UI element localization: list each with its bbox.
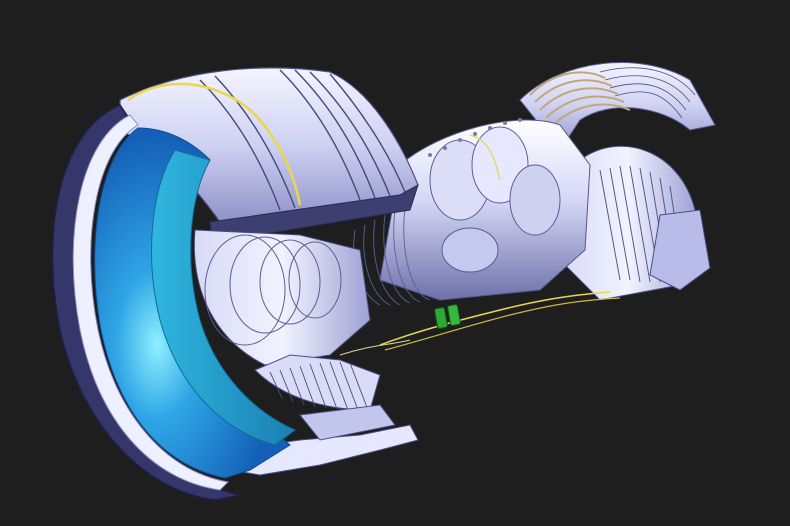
engine-cutaway-render bbox=[51, 62, 716, 501]
fan-hub bbox=[193, 229, 371, 366]
cad-viewport[interactable] bbox=[0, 0, 790, 526]
electrical-connectors bbox=[434, 304, 461, 329]
